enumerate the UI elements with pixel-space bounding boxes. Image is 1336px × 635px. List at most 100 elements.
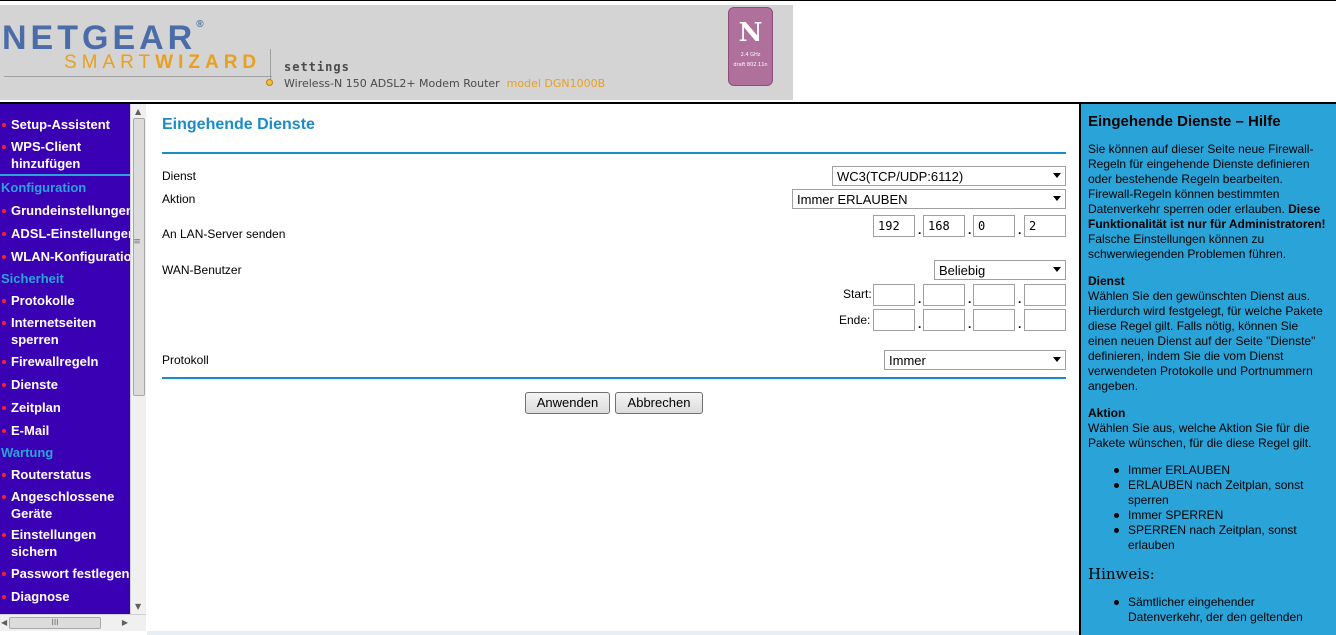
scroll-left-arrow-icon[interactable]: ◀ [1, 618, 7, 627]
title-divider [162, 152, 1066, 154]
lan-server-label: An LAN-Server senden [162, 227, 286, 241]
scrollbar-thumb[interactable] [133, 118, 145, 396]
wan-start-octet-2[interactable] [923, 284, 965, 306]
apply-button[interactable]: Anwenden [525, 392, 610, 414]
help-hinweis-list: Sämtlicher eingehender Datenverkehr, der… [1112, 595, 1330, 625]
header: NETGEAR® SMARTWIZARD settings Wireless-N… [0, 0, 1336, 103]
main-bottom-strip [147, 631, 1079, 635]
bullet-icon [2, 255, 6, 259]
scrollbar-grip-icon: ≡ [133, 237, 141, 247]
protokoll-label: Protokoll [162, 353, 209, 367]
product-model: model DGN1000B [506, 77, 606, 90]
nav-item-label: ADSL-Einstellungen [11, 226, 130, 241]
nav-item-protokolle[interactable]: Protokolle [0, 292, 130, 309]
nav-item-internetseiten-sperren[interactable]: Internetseiten sperren [0, 314, 120, 348]
scroll-down-arrow-icon[interactable]: ▼ [135, 602, 141, 611]
nav-item-einstellungen-sichern[interactable]: Einstellungen sichern [0, 526, 120, 560]
aktion-select[interactable]: Immer ERLAUBEN [792, 189, 1066, 209]
help-hinweis-heading: Hinweis: [1088, 565, 1155, 583]
bullet-icon [2, 572, 6, 576]
bullet-icon [2, 473, 6, 477]
wireless-n-badge-icon: N 2.4 GHz draft 802.11n [728, 7, 773, 86]
ip-dot: . [918, 292, 922, 306]
ip-dot: . [918, 223, 922, 237]
protokoll-select[interactable]: Immer [884, 350, 1066, 370]
nav-item-label: Einstellungen sichern [11, 527, 97, 559]
nav-item-passwort-festlegen[interactable]: Passwort festlegen [0, 565, 130, 582]
dienst-select[interactable]: WC3(TCP/UDP:6112) [832, 166, 1066, 186]
nav-item-diagnose[interactable]: Diagnose [0, 588, 130, 605]
nav-item-wps-client[interactable]: WPS-Client hinzufügen [0, 138, 120, 172]
help-aktion-text: Wählen Sie aus, welche Aktion Sie für di… [1088, 421, 1312, 450]
bullet-icon [2, 209, 6, 213]
nav-item-label: Routerstatus [11, 467, 92, 482]
wizard-text: WIZARD [155, 52, 262, 73]
nav-item-firewallregeln[interactable]: Firewallregeln [0, 353, 130, 370]
nav-item-wlan-konfiguration[interactable]: WLAN-Konfiguration [0, 248, 130, 265]
nav-item-routerstatus[interactable]: Routerstatus [0, 466, 130, 483]
nav-separator [0, 174, 130, 176]
help-intro: Sie können auf dieser Seite neue Firewal… [1088, 142, 1330, 262]
scroll-up-arrow-icon[interactable]: ▲ [135, 107, 141, 116]
cancel-button[interactable]: Abbrechen [615, 392, 703, 414]
dienst-value: WC3(TCP/UDP:6112) [837, 169, 964, 184]
banner-product-text: Wireless-N 150 ADSL2+ Modem Router model… [284, 77, 605, 90]
logo-underline [4, 76, 272, 77]
nav-item-label: Internetseiten sperren [11, 315, 97, 347]
nav-vertical-scrollbar[interactable]: ▲ ≡ ▼ [130, 104, 146, 614]
ip-dot: . [918, 317, 922, 331]
nav-item-grundeinstellungen[interactable]: Grundeinstellungen [0, 202, 130, 219]
wan-end-octet-1[interactable] [873, 309, 915, 331]
wan-start-octet-1[interactable] [873, 284, 915, 306]
logo-dot-icon [266, 79, 273, 86]
nav-item-setup-assistent[interactable]: Setup-Assistent [0, 116, 130, 133]
nav-item-label: Grundeinstellungen [11, 203, 130, 218]
scroll-right-arrow-icon[interactable]: ▶ [122, 618, 128, 627]
wan-end-octet-3[interactable] [973, 309, 1015, 331]
nav-item-dienste[interactable]: Dienste [0, 376, 130, 393]
lan-ip-octet-1[interactable]: 192 [873, 215, 915, 237]
main-content: Eingehende Dienste Dienst WC3(TCP/UDP:61… [147, 104, 1079, 631]
bullet-icon [2, 383, 6, 387]
ip-dot: . [968, 223, 972, 237]
nav-item-label: Dienste [11, 377, 58, 392]
wan-end-octet-4[interactable] [1024, 309, 1066, 331]
nav-item-label: WLAN-Konfiguration [11, 249, 130, 264]
smartwizard-logo: SMARTWIZARD [64, 52, 261, 74]
nav-item-label: Zeitplan [11, 400, 61, 415]
wan-benutzer-select[interactable]: Beliebig [934, 260, 1066, 280]
bullet-icon [2, 429, 6, 433]
nav-item-label: Setup-Assistent [11, 117, 110, 132]
wan-start-octet-4[interactable] [1024, 284, 1066, 306]
ende-label: Ende: [839, 313, 871, 327]
smart-text: SMART [64, 52, 156, 73]
ip-dot: . [1018, 223, 1022, 237]
scrollbar-thumb[interactable]: III [9, 617, 101, 629]
nav-section-wartung: Wartung [1, 445, 54, 460]
wan-start-octet-3[interactable] [973, 284, 1015, 306]
badge-sub-2: draft 802.11n [733, 62, 768, 68]
lan-ip-octet-4[interactable]: 2 [1024, 215, 1066, 237]
nav-horizontal-scrollbar[interactable]: ◀ III ▶ [0, 614, 146, 631]
bullet-icon [2, 145, 6, 149]
bullet-icon [2, 360, 6, 364]
nav-item-label: Firewallregeln [11, 354, 99, 369]
bullet-icon [2, 299, 6, 303]
lan-ip-octet-2[interactable]: 168 [923, 215, 965, 237]
lan-ip-octet-3[interactable]: 0 [973, 215, 1015, 237]
wan-end-octet-2[interactable] [923, 309, 965, 331]
start-label: Start: [843, 287, 872, 301]
nav-item-angeschlossene-geraete[interactable]: Angeschlossene Geräte [0, 488, 120, 522]
list-item: Sämtlicher eingehender Datenverkehr, der… [1112, 595, 1330, 625]
help-title: Eingehende Dienste – Hilfe [1088, 113, 1281, 130]
nav-item-adsl-einstellungen[interactable]: ADSL-Einstellungen [0, 225, 130, 242]
ip-dot: . [968, 292, 972, 306]
aktion-label: Aktion [162, 192, 196, 206]
bullet-icon [2, 406, 6, 410]
list-item: SPERREN nach Zeitplan, sonst erlauben [1112, 523, 1330, 553]
nav-item-zeitplan[interactable]: Zeitplan [0, 399, 130, 416]
bullet-icon [2, 495, 6, 499]
nav-item-e-mail[interactable]: E-Mail [0, 422, 130, 439]
badge-letter: N [738, 18, 763, 48]
